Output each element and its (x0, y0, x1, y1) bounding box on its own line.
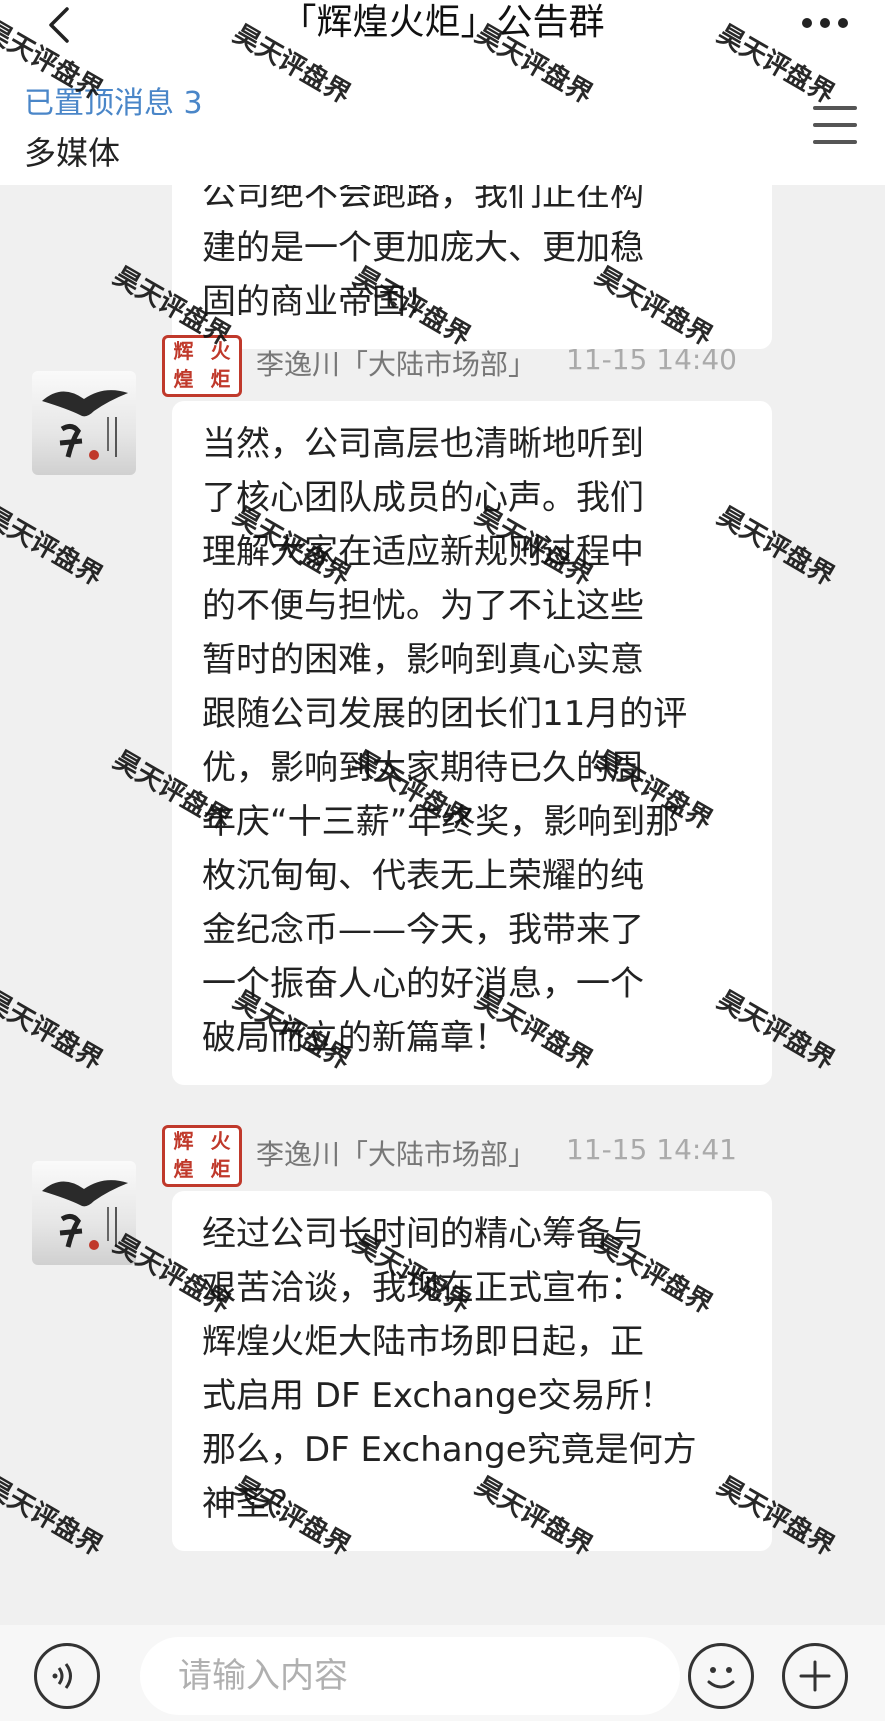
eagle-avatar-icon (42, 390, 128, 460)
badge-char: 辉 (173, 339, 194, 363)
emoji-button[interactable] (688, 1643, 754, 1709)
badge-char: 辉 (173, 1129, 194, 1153)
eagle-avatar-icon (42, 1180, 128, 1250)
message-line: 当然，公司高层也清晰地听到 (202, 424, 644, 464)
badge-char: 炬 (210, 1157, 231, 1181)
message-line: 式启用 DF Exchange交易所！ (202, 1376, 674, 1416)
plus-button[interactable] (782, 1643, 848, 1709)
more-button[interactable] (795, 0, 855, 46)
message-line: 那么，DF Exchange究竟是何方 (202, 1430, 697, 1470)
sender-name[interactable]: 李逸川「大陆市场部」 (256, 1133, 536, 1173)
top-bar: 「辉煌火炬」公告群 已置顶消息 3 多媒体 (0, 0, 885, 185)
group-badge: 辉 火 煌 炬 (162, 335, 242, 397)
voice-icon (52, 1663, 72, 1689)
message-line: 破局而立的新篇章！ (202, 1018, 508, 1058)
message-line: 固的商业帝国！ (202, 282, 440, 322)
message-line: 辉煌火炬大陆市场即日起，正 (202, 1322, 644, 1362)
message-line: 经过公司长时间的精心筹备与 (202, 1214, 644, 1254)
plus-icon (799, 1660, 831, 1692)
message-line: 年庆“十三薪”年终奖，影响到那 (202, 802, 680, 842)
message-time: 11-15 14:41 (566, 1133, 737, 1166)
chat-area[interactable]: 公司绝不会跑路，我们正在构 建的是一个更加庞大、更加稳 固的商业帝国！ 辉 火 … (0, 185, 885, 1625)
message-line: 神圣？ (202, 1484, 304, 1524)
message-line: 理解大家在适应新规则过程中 (202, 532, 644, 572)
message-line: 枚沉甸甸、代表无上荣耀的纯 (202, 856, 644, 896)
sender-name[interactable]: 李逸川「大陆市场部」 (256, 343, 536, 383)
page-title: 「辉煌火炬」公告群 (280, 2, 605, 43)
message-bubble[interactable]: 经过公司长时间的精心筹备与 艰苦洽谈，我现在正式宣布： 辉煌火炬大陆市场即日起，… (172, 1191, 772, 1551)
message-time: 11-15 14:40 (566, 343, 737, 376)
message-line: 暂时的困难，影响到真心实意 (202, 640, 644, 680)
message-line: 公司绝不会跑路，我们正在构 (202, 185, 644, 214)
badge-char: 火 (210, 339, 231, 363)
message-input[interactable]: 请输入内容 (140, 1637, 680, 1715)
badge-char: 煌 (173, 367, 194, 391)
message-line: 优，影响到大家期待已久的周 (202, 748, 644, 788)
pinned-messages-link[interactable]: 已置顶消息 3 (24, 78, 203, 122)
more-icon (802, 18, 848, 28)
badge-char: 炬 (210, 367, 231, 391)
message-bubble[interactable]: 当然，公司高层也清晰地听到 了核心团队成员的心声。我们 理解大家在适应新规则过程… (172, 401, 772, 1085)
message-line: 了核心团队成员的心声。我们 (202, 478, 644, 518)
message-line: 建的是一个更加庞大、更加稳 (202, 228, 644, 268)
list-icon[interactable] (813, 106, 857, 144)
message-line: 金纪念币——今天，我带来了 (202, 910, 644, 950)
emoji-icon (707, 1667, 735, 1689)
badge-char: 火 (210, 1129, 231, 1153)
group-badge: 辉 火 煌 炬 (162, 1125, 242, 1187)
bottom-input-bar: 请输入内容 (0, 1625, 885, 1721)
voice-button[interactable] (34, 1643, 100, 1709)
badge-char: 煌 (173, 1157, 194, 1181)
sender-avatar[interactable] (32, 371, 136, 475)
message-line: 艰苦洽谈，我现在正式宣布： (202, 1268, 644, 1308)
message-line: 跟随公司发展的团长们11月的评 (202, 694, 688, 734)
multimedia-tab[interactable]: 多媒体 (24, 128, 120, 174)
message-line: 的不便与担忧。为了不让这些 (202, 586, 644, 626)
message-line: 一个振奋人心的好消息，一个 (202, 964, 644, 1004)
sender-avatar[interactable] (32, 1161, 136, 1265)
message-bubble[interactable]: 公司绝不会跑路，我们正在构 建的是一个更加庞大、更加稳 固的商业帝国！ (172, 185, 772, 349)
